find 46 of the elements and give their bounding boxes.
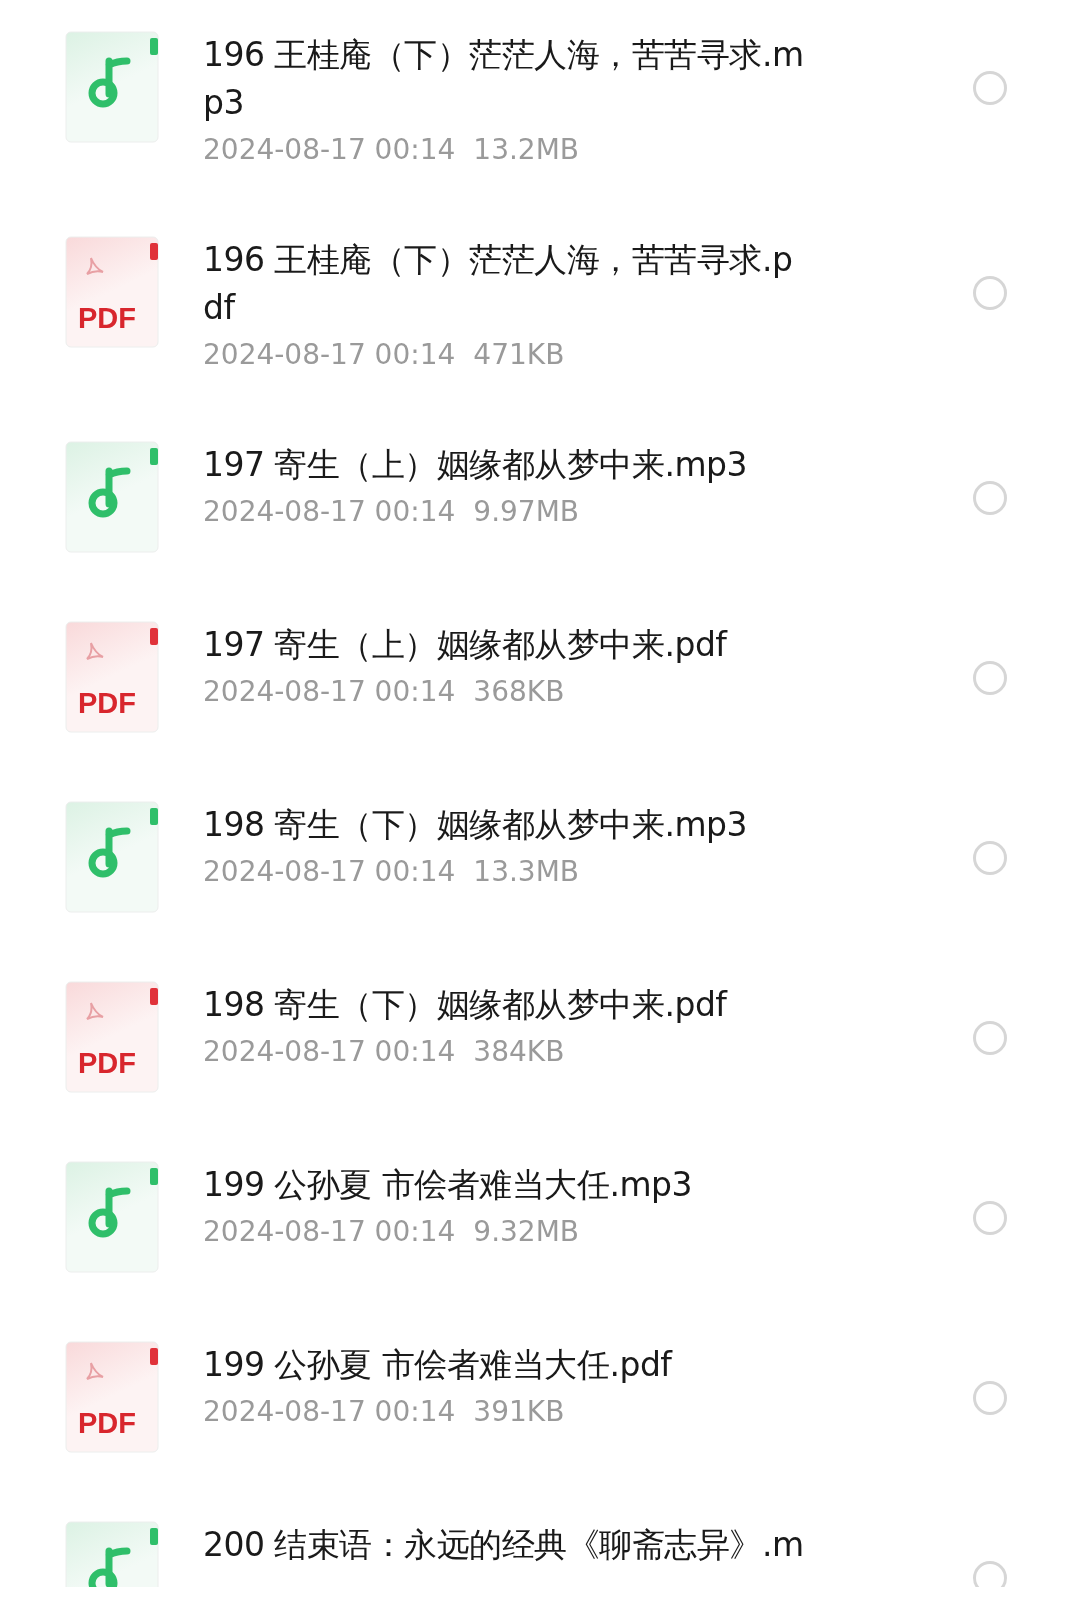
file-name: 197 寄生（上）姻缘都从梦中来.mp3: [203, 444, 749, 486]
pdf-file-icon: [65, 981, 160, 1094]
select-radio[interactable]: [973, 1021, 1007, 1055]
select-radio[interactable]: [973, 71, 1007, 105]
file-type-label: PDF: [78, 304, 136, 333]
file-date: 2024-08-17 00:14: [203, 1214, 456, 1250]
file-date: 2024-08-17 00:14: [203, 674, 456, 710]
file-size: 391KB: [473, 1394, 565, 1430]
file-date: 2024-08-17 00:14: [203, 132, 456, 168]
file-size: 471KB: [473, 337, 565, 373]
pdf-file-icon: [65, 621, 160, 734]
file-date: 2024-08-17 00:14: [203, 494, 456, 530]
file-size: 13.2MB: [473, 132, 580, 168]
pdf-file-icon: [65, 236, 160, 349]
file-size: 9.32MB: [473, 1214, 580, 1250]
music-file-icon: [65, 1161, 160, 1274]
file-size: 9.97MB: [473, 494, 580, 530]
file-name: 196 王桂庵（下）茫茫人海，苦苦寻求.p df: [203, 239, 794, 329]
file-size: 368KB: [473, 674, 565, 710]
file-name: 197 寄生（上）姻缘都从梦中来.pdf: [203, 624, 729, 666]
file-type-label: PDF: [78, 689, 136, 718]
music-file-icon: [65, 801, 160, 914]
select-radio[interactable]: [973, 841, 1007, 875]
file-date: 2024-08-17 00:14: [203, 337, 456, 373]
file-name: 198 寄生（下）姻缘都从梦中来.pdf: [203, 984, 729, 1026]
file-date: 2024-08-17 00:14: [203, 854, 456, 890]
select-radio[interactable]: [973, 276, 1007, 310]
select-radio[interactable]: [973, 1381, 1007, 1415]
file-date: 2024-08-17 00:14: [203, 1394, 456, 1430]
file-name: 199 公孙夏 市侩者难当大任.pdf: [203, 1344, 674, 1386]
pdf-file-icon: [65, 1341, 160, 1454]
file-size: 384KB: [473, 1034, 565, 1070]
music-file-icon: [65, 31, 160, 144]
file-name: 200 结束语：永远的经典《聊斋志异》.m: [203, 1524, 805, 1566]
select-radio[interactable]: [973, 1201, 1007, 1235]
file-date: 2024-08-17 00:14: [203, 1034, 456, 1070]
select-radio[interactable]: [973, 481, 1007, 515]
file-name: 198 寄生（下）姻缘都从梦中来.mp3: [203, 804, 749, 846]
file-name: 196 王桂庵（下）茫茫人海，苦苦寻求.m p3: [203, 34, 805, 124]
select-radio[interactable]: [973, 661, 1007, 695]
music-file-icon: [65, 441, 160, 554]
file-name: 199 公孙夏 市侩者难当大任.mp3: [203, 1164, 694, 1206]
select-radio[interactable]: [973, 1561, 1007, 1587]
file-size: 13.3MB: [473, 854, 580, 890]
file-type-label: PDF: [78, 1409, 136, 1438]
file-type-label: PDF: [78, 1049, 136, 1078]
